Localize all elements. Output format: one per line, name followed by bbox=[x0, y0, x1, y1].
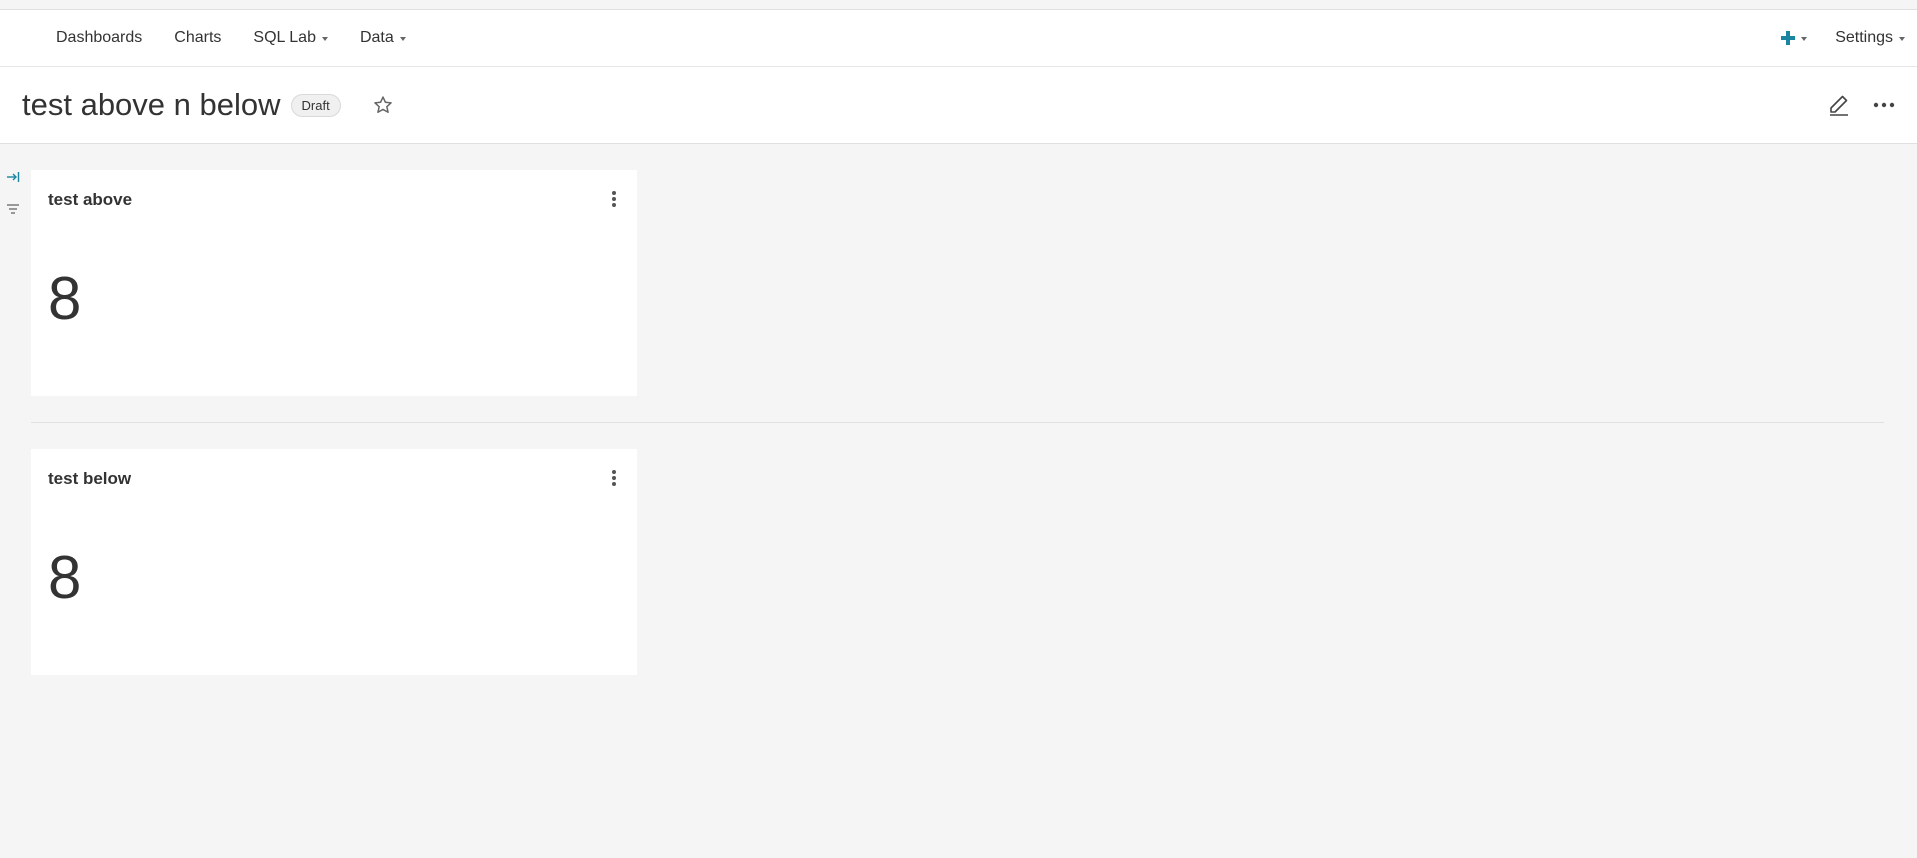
chart-card: test below 8 bbox=[31, 449, 637, 675]
filter-sidebar-collapsed bbox=[6, 170, 20, 220]
caret-down-icon bbox=[1801, 37, 1808, 41]
top-strip bbox=[0, 0, 1917, 10]
more-vertical-icon bbox=[612, 470, 616, 486]
chart-title[interactable]: test below bbox=[48, 469, 131, 489]
row-divider bbox=[31, 422, 1884, 423]
nav-item-sql-lab[interactable]: SQL Lab bbox=[253, 29, 328, 47]
pencil-icon bbox=[1830, 95, 1848, 116]
plus-icon bbox=[1781, 31, 1796, 45]
chart-menu-button[interactable] bbox=[611, 190, 617, 213]
header-left: test above n below Draft bbox=[22, 87, 393, 123]
expand-arrow-icon bbox=[7, 172, 20, 182]
big-number-value: 8 bbox=[48, 265, 82, 332]
add-new-button[interactable] bbox=[1781, 31, 1808, 45]
dashboard-content: test above 8 test below 8 bbox=[0, 144, 1917, 857]
caret-down-icon bbox=[321, 37, 328, 41]
main-navbar: Dashboards Charts SQL Lab Data Settings bbox=[0, 10, 1917, 67]
big-number-value: 8 bbox=[48, 544, 82, 611]
nav-right: Settings bbox=[1781, 29, 1905, 47]
edit-dashboard-button[interactable] bbox=[1827, 93, 1851, 117]
favorite-button[interactable] bbox=[373, 95, 393, 115]
nav-item-dashboards[interactable]: Dashboards bbox=[56, 29, 142, 47]
star-icon bbox=[373, 96, 392, 113]
nav-item-data[interactable]: Data bbox=[360, 29, 406, 47]
filter-button[interactable] bbox=[6, 202, 20, 220]
more-vertical-icon bbox=[612, 191, 616, 207]
caret-down-icon bbox=[399, 37, 406, 41]
nav-item-charts[interactable]: Charts bbox=[174, 29, 221, 47]
expand-filters-button[interactable] bbox=[6, 170, 20, 188]
nav-item-label: Dashboards bbox=[56, 29, 143, 46]
dashboard-title[interactable]: test above n below bbox=[22, 87, 281, 123]
more-options-button[interactable] bbox=[1873, 102, 1895, 108]
filter-icon bbox=[7, 204, 19, 214]
nav-item-label: SQL Lab bbox=[253, 29, 316, 46]
status-badge[interactable]: Draft bbox=[290, 93, 341, 117]
header-actions bbox=[1827, 93, 1895, 117]
settings-label: Settings bbox=[1835, 29, 1893, 46]
chart-title[interactable]: test above bbox=[48, 190, 132, 210]
settings-menu[interactable]: Settings bbox=[1835, 29, 1905, 47]
dashboard-header: test above n below Draft bbox=[0, 67, 1917, 144]
caret-down-icon bbox=[1899, 37, 1905, 41]
nav-item-label: Charts bbox=[174, 29, 222, 46]
more-horizontal-icon bbox=[1873, 102, 1895, 108]
chart-card: test above 8 bbox=[31, 170, 637, 396]
chart-menu-button[interactable] bbox=[611, 469, 617, 492]
nav-item-label: Data bbox=[359, 29, 394, 46]
nav-menu: Dashboards Charts SQL Lab Data bbox=[56, 29, 438, 47]
